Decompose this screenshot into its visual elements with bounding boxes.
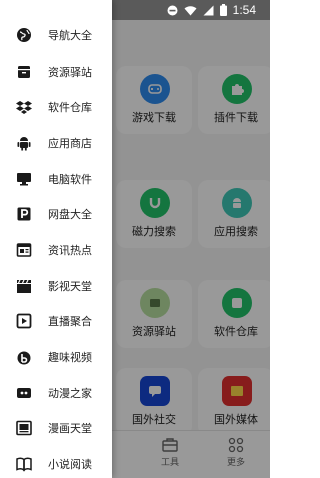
- drawer-item-live[interactable]: 直播聚合: [0, 304, 112, 338]
- drawer-item-appstore[interactable]: 应用商店: [0, 126, 112, 160]
- wifi-icon: [184, 5, 197, 15]
- globe-icon: [16, 27, 32, 43]
- drawer-item-netdisk[interactable]: 网盘大全: [0, 197, 112, 231]
- drawer-item-label: 漫画天堂: [48, 422, 92, 435]
- drawer-item-software[interactable]: 软件仓库: [0, 90, 112, 124]
- monitor-icon: [16, 171, 32, 187]
- status-clock: 1:54: [232, 3, 256, 17]
- drawer-item-nav[interactable]: 导航大全: [0, 18, 112, 52]
- drawer-item-label: 应用商店: [48, 137, 92, 150]
- drawer-status-area: [0, 0, 112, 20]
- battery-icon: [219, 4, 227, 16]
- comic-icon: [16, 420, 32, 436]
- drawer-item-label: 网盘大全: [48, 208, 92, 221]
- anime-icon: [16, 385, 32, 401]
- newspaper-icon: [16, 242, 32, 258]
- archive-icon: [16, 64, 32, 80]
- drawer-item-label: 导航大全: [48, 29, 92, 42]
- drawer-item-fun-video[interactable]: 趣味视频: [0, 340, 112, 374]
- dropbox-icon: [16, 99, 32, 115]
- drawer-item-label: 资讯热点: [48, 244, 92, 257]
- clapperboard-icon: [16, 278, 32, 294]
- drawer-item-resource[interactable]: 资源驿站: [0, 55, 112, 89]
- book-icon: [16, 456, 32, 472]
- drawer-item-news[interactable]: 资讯热点: [0, 233, 112, 267]
- status-bar: 1:54: [112, 0, 270, 20]
- drawer-item-novels[interactable]: 小说阅读: [0, 447, 112, 478]
- parking-icon: [16, 206, 32, 222]
- drawer-item-comics[interactable]: 漫画天堂: [0, 411, 112, 445]
- drawer-item-pc-software[interactable]: 电脑软件: [0, 162, 112, 196]
- drawer-item-anime[interactable]: 动漫之家: [0, 376, 112, 410]
- drawer-item-label: 影视天堂: [48, 280, 92, 293]
- play-square-icon: [16, 313, 32, 329]
- drawer-item-label: 直播聚合: [48, 315, 92, 328]
- android-icon: [16, 135, 32, 151]
- drawer-item-label: 趣味视频: [48, 351, 92, 364]
- drawer-item-label: 电脑软件: [48, 173, 92, 186]
- drawer-item-label: 软件仓库: [48, 101, 92, 114]
- drawer-item-label: 小说阅读: [48, 458, 92, 471]
- bilibili-icon: [16, 349, 32, 365]
- signal-icon: [203, 5, 214, 15]
- drawer-item-label: 动漫之家: [48, 387, 92, 400]
- navigation-drawer: 导航大全 资源驿站 软件仓库 应用商店 电脑软件 网盘大全 资讯热点 影视天堂 …: [0, 0, 112, 478]
- drawer-item-label: 资源驿站: [48, 66, 92, 79]
- minus-circle-icon: [167, 5, 178, 15]
- drawer-item-movies[interactable]: 影视天堂: [0, 269, 112, 303]
